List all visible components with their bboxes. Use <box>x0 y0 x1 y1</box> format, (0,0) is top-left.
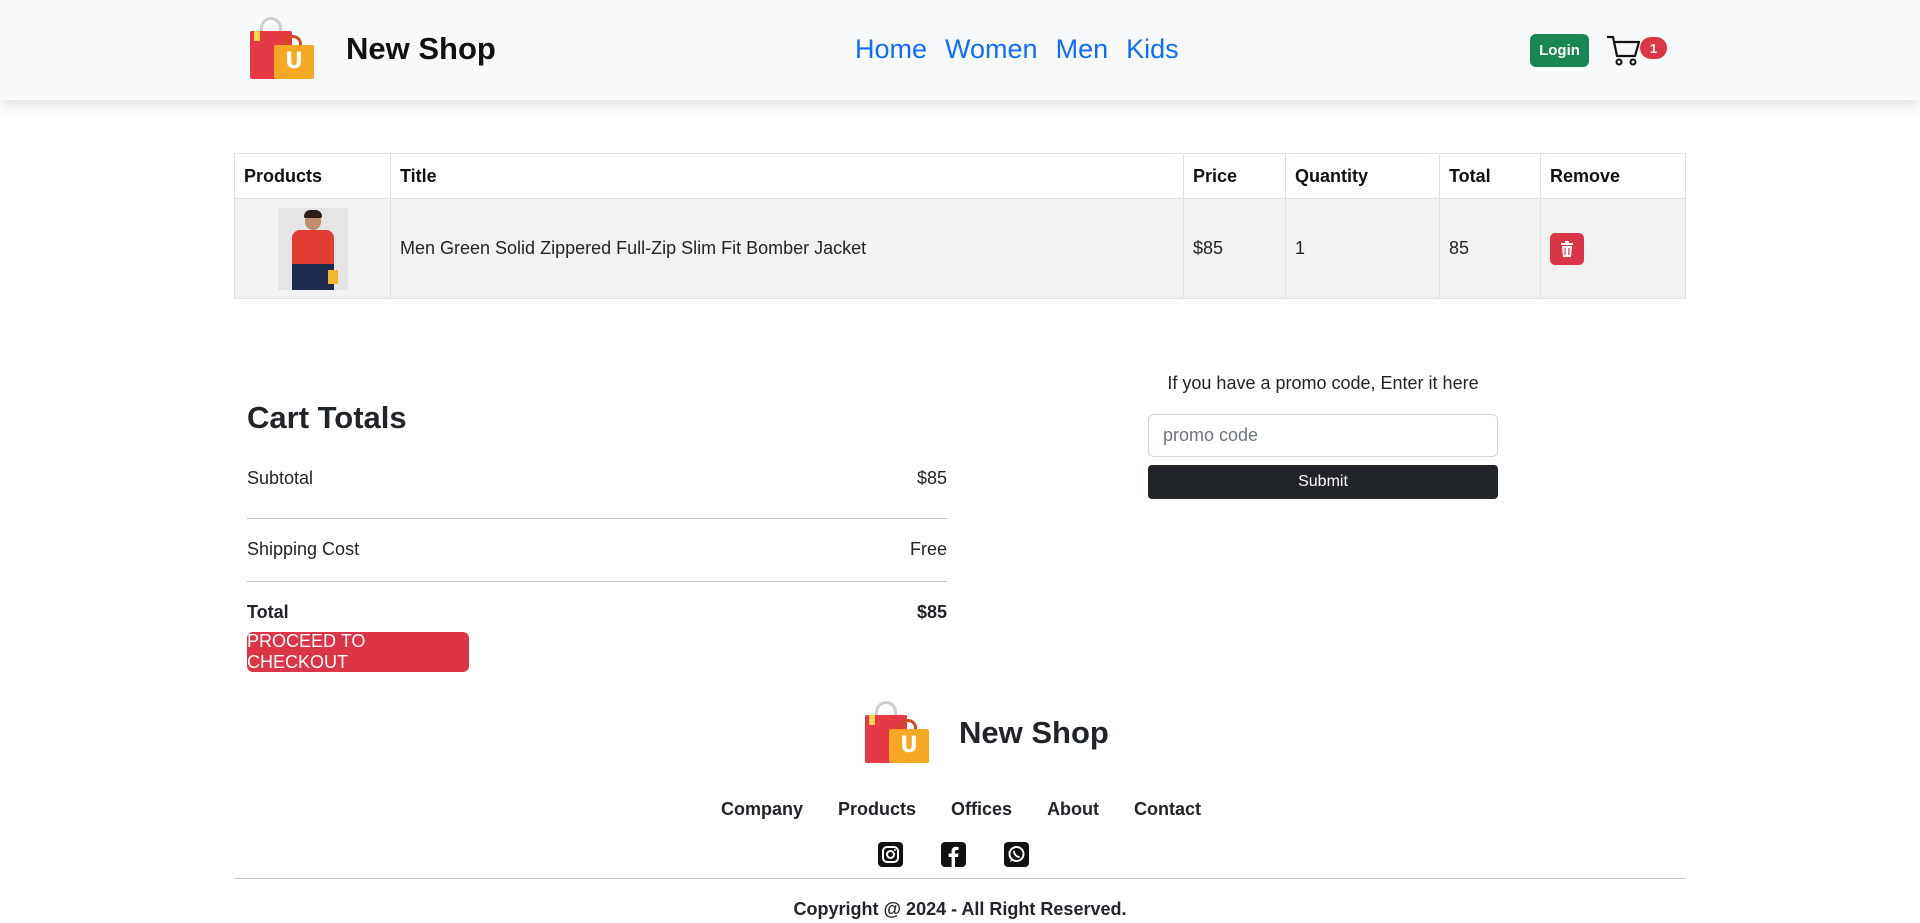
copyright-text: Copyright @ 2024 - All Right Reserved. <box>793 899 1127 919</box>
total-row: Total $85 <box>247 582 947 632</box>
cart-table: Products Title Price Quantity Total Remo… <box>234 153 1686 299</box>
subtotal-label: Subtotal <box>247 468 314 488</box>
table-header-row: Products Title Price Quantity Total Remo… <box>234 153 1686 199</box>
product-cell <box>234 198 391 299</box>
col-quantity: Quantity <box>1285 153 1440 199</box>
shopping-bag-logo-icon: U <box>863 701 931 765</box>
subtotal-value: $85 <box>916 468 947 488</box>
col-total: Total <box>1439 153 1541 199</box>
cart-button[interactable]: 1 <box>1606 32 1667 68</box>
promo-code-input[interactable] <box>1148 414 1498 457</box>
product-image[interactable] <box>278 207 348 290</box>
promo-submit-button[interactable]: Submit <box>1148 465 1498 499</box>
shopping-bag-logo-icon: U <box>248 17 316 81</box>
subtotal-row: Subtotal $85 <box>247 456 947 519</box>
checkout-button[interactable]: PROCEED TO CHECKOUT <box>247 631 469 672</box>
main-nav: Home Women Men Kids <box>855 34 1197 65</box>
col-products: Products <box>234 153 391 199</box>
footer-link-contact[interactable]: Contact <box>1134 799 1201 820</box>
promo-label: If you have a promo code, Enter it here <box>1167 373 1479 393</box>
nav-women[interactable]: Women <box>945 34 1038 65</box>
cart-totals-heading: Cart Totals <box>247 400 407 435</box>
col-title: Title <box>390 153 1184 199</box>
footer-link-company[interactable]: Company <box>721 799 803 820</box>
shipping-row: Shipping Cost Free <box>247 519 947 582</box>
shipping-value: Free <box>909 539 947 559</box>
brand-name[interactable]: New Shop <box>346 31 496 67</box>
instagram-icon[interactable] <box>878 842 903 867</box>
nav-kids[interactable]: Kids <box>1126 34 1179 65</box>
site-header: U New Shop Home Women Men Kids Login 1 <box>0 0 1920 100</box>
total-label: Total <box>247 602 289 622</box>
social-links <box>878 842 1067 867</box>
product-total: 85 <box>1439 198 1541 299</box>
cart-icon <box>1607 35 1640 66</box>
header-logo[interactable]: U New Shop <box>248 17 496 81</box>
product-quantity: 1 <box>1285 198 1440 299</box>
footer-link-products[interactable]: Products <box>838 799 916 820</box>
footer-link-about[interactable]: About <box>1047 799 1099 820</box>
facebook-icon[interactable] <box>941 842 966 867</box>
whatsapp-icon[interactable] <box>1004 842 1029 867</box>
nav-men[interactable]: Men <box>1056 34 1109 65</box>
footer-logo[interactable]: U New Shop <box>863 701 1109 765</box>
table-row: Men Green Solid Zippered Full-Zip Slim F… <box>234 198 1686 299</box>
footer-link-offices[interactable]: Offices <box>951 799 1012 820</box>
footer-brand-name: New Shop <box>959 715 1109 750</box>
shipping-label: Shipping Cost <box>247 539 360 559</box>
remove-item-button[interactable] <box>1550 232 1584 265</box>
remove-cell <box>1540 198 1686 299</box>
product-price: $85 <box>1183 198 1286 299</box>
col-price: Price <box>1183 153 1286 199</box>
cart-totals: Cart Totals Subtotal $85 Shipping Cost F… <box>247 400 947 672</box>
footer-divider <box>234 878 1686 879</box>
col-remove: Remove <box>1540 153 1686 199</box>
total-value: $85 <box>916 602 947 622</box>
footer-links: Company Products Offices About Contact <box>721 799 1236 820</box>
login-button[interactable]: Login <box>1530 34 1589 67</box>
cart-count-badge: 1 <box>1640 37 1667 59</box>
nav-home[interactable]: Home <box>855 34 927 65</box>
product-title: Men Green Solid Zippered Full-Zip Slim F… <box>390 198 1184 299</box>
trash-icon <box>1561 240 1573 257</box>
